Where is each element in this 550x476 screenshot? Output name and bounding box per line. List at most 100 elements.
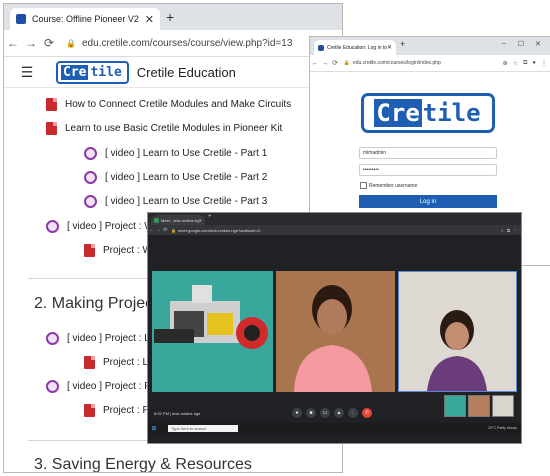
video-tile-teacher[interactable] [398,271,517,392]
password-field[interactable]: ••••••••• [359,164,497,176]
pdf-icon [46,98,57,111]
video-icon [84,147,97,160]
end-call-icon[interactable]: ✆ [362,408,372,418]
more-options-icon[interactable]: ⋮ [348,408,358,418]
url-field[interactable]: edu.cretile.com/courses/course/view.php?… [82,38,292,49]
close-tab-icon[interactable]: ✕ [387,44,392,51]
more-icon[interactable]: ⋮ [541,60,547,67]
lock-icon[interactable]: 🔒 [343,59,351,67]
robot-kit-image [154,285,268,349]
pdf-icon [46,122,57,135]
cretile-logo: Cre tile [56,60,129,84]
close-tab-icon[interactable]: ✕ [145,13,154,26]
toolbar-icons: ⊕ ☆ ⧉ ● ⋮ [503,60,550,67]
video-icon [84,195,97,208]
login-button[interactable]: Log in [359,195,497,208]
address-bar: ← → ⟳ 🔒 edu.cretile.com/courses/course/v… [4,30,342,57]
minimize-icon[interactable]: – [502,40,506,47]
tab-title: Course: Offline Pioneer V2 [32,14,139,24]
student-image [276,271,395,392]
remember-checkbox[interactable]: Remember username [360,182,500,189]
lock-icon[interactable]: 🔒 [64,36,78,50]
remember-label: Remember username [369,182,418,189]
back-icon[interactable]: ← [148,227,155,233]
address-bar: ← → ⟳ 🔒 edu.cretile.com/courses/login/in… [310,55,550,72]
more-icon[interactable]: ⋮ [513,228,517,233]
site-name[interactable]: Cretile Education [137,65,236,80]
tab-meet[interactable]: Meet - ievk-nmkhz-hge ✕ [151,215,205,225]
back-icon[interactable]: ← [310,60,320,67]
checkbox-icon[interactable] [360,182,367,189]
video-icon [46,332,59,345]
meet-browser-window: Meet - ievk-nmkhz-hge ✕ + ← → ⟳ 🔒 meet.g… [147,212,522,444]
system-tray: 29°C Partly cloudy [488,426,517,430]
username-field[interactable]: mimadmin [359,147,497,159]
site-header: ☰ Cre tile Cretile Education [4,57,342,88]
new-tab-icon[interactable]: + [400,39,405,49]
meeting-controls-bar: 8:02 PM | ievk-nmkhz-hge ● ■ ▭ ▲ ⋮ ✆ [148,404,521,422]
teacher-image [399,272,516,391]
tab-title: Meet - ievk-nmkhz-hge [161,217,199,223]
favicon-icon [318,44,324,51]
present-icon[interactable]: ▲ [334,408,344,418]
forward-icon[interactable]: → [155,227,162,233]
reload-icon[interactable]: ⟳ [330,59,340,67]
captions-icon[interactable]: ▭ [320,408,330,418]
course-item[interactable]: [ video ] Project : Wa [46,220,159,233]
pdf-icon [84,404,95,417]
tab-course[interactable]: Course: Offline Pioneer V2 ✕ [10,8,160,30]
maximize-icon[interactable]: ☐ [518,40,524,48]
course-item[interactable]: Learn to use Basic Cretile Modules in Pi… [46,122,282,135]
forward-icon[interactable]: → [22,36,40,50]
windows-start-icon[interactable]: ⊞ [150,424,158,432]
video-icon [46,220,59,233]
close-window-icon[interactable]: ✕ [535,40,541,48]
extensions-icon[interactable]: ⧉ [523,60,527,67]
camera-icon[interactable]: ■ [306,408,316,418]
course-item[interactable]: [ video ] Learn to Use Cretile - Part 1 [84,147,267,160]
back-icon[interactable]: ← [4,36,22,50]
course-item[interactable]: Project : Lig [84,356,156,369]
video-tile-robot[interactable] [152,271,273,392]
control-buttons: ● ■ ▭ ▲ ⋮ ✆ [292,408,372,418]
course-item[interactable]: [ video ] Project : Per [46,380,160,393]
tab-bar: Cretile Education: Log in to the site ✕ … [310,37,550,55]
address-bar: ← → ⟳ 🔒 meet.google.com/ievk-nmkhz-hge?a… [148,225,521,235]
taskbar-search[interactable]: Type here to search [168,424,238,432]
pdf-icon [84,244,95,257]
url-field[interactable]: edu.cretile.com/courses/login/index.php [353,60,441,66]
course-item[interactable]: [ video ] Learn to Use Cretile - Part 2 [84,171,267,184]
video-icon [84,171,97,184]
meeting-time: 8:02 PM | ievk-nmkhz-hge [154,410,201,416]
meeting-area: 8:02 PM | ievk-nmkhz-hge ● ■ ▭ ▲ ⋮ ✆ ⊞ T… [148,235,521,443]
pdf-icon [84,356,95,369]
course-item[interactable]: How to Connect Cretile Modules and Make … [46,98,291,111]
course-item[interactable]: Project : Pe [84,404,155,417]
forward-icon[interactable]: → [320,60,330,67]
favicon-icon [16,14,26,24]
zoom-icon[interactable]: ⊕ [503,60,508,67]
tab-login[interactable]: Cretile Education: Log in to the site ✕ [314,40,396,55]
course-item[interactable]: [ video ] Project : Lig [46,332,158,345]
toolbar-icons: ☆ ⧉ ⋮ [501,228,521,233]
section-title: 2. Making Project [34,295,158,312]
url-field[interactable]: meet.google.com/ievk-nmkhz-hge?authuser=… [178,228,260,233]
video-tile-student[interactable] [276,271,395,392]
reload-icon[interactable]: ⟳ [40,36,58,50]
new-tab-icon[interactable]: + [208,214,212,220]
course-item[interactable]: [ video ] Learn to Use Cretile - Part 3 [84,195,267,208]
cretile-logo: Cre tile [361,93,495,133]
close-tab-icon[interactable]: ✕ [199,218,202,223]
mic-icon[interactable]: ● [292,408,302,418]
star-icon[interactable]: ☆ [501,228,505,233]
extensions-icon[interactable]: ⧉ [507,228,510,233]
new-tab-icon[interactable]: + [166,9,174,25]
menu-icon[interactable]: ☰ [12,60,42,84]
star-icon[interactable]: ☆ [513,60,518,67]
windows-taskbar: ⊞ Type here to search 29°C Partly cloudy [148,423,521,433]
reload-icon[interactable]: ⟳ [162,227,169,233]
tab-title: Cretile Education: Log in to the site [327,44,387,51]
favicon-icon [154,217,159,223]
lock-icon[interactable]: 🔒 [171,228,176,233]
profile-icon[interactable]: ● [532,60,536,67]
